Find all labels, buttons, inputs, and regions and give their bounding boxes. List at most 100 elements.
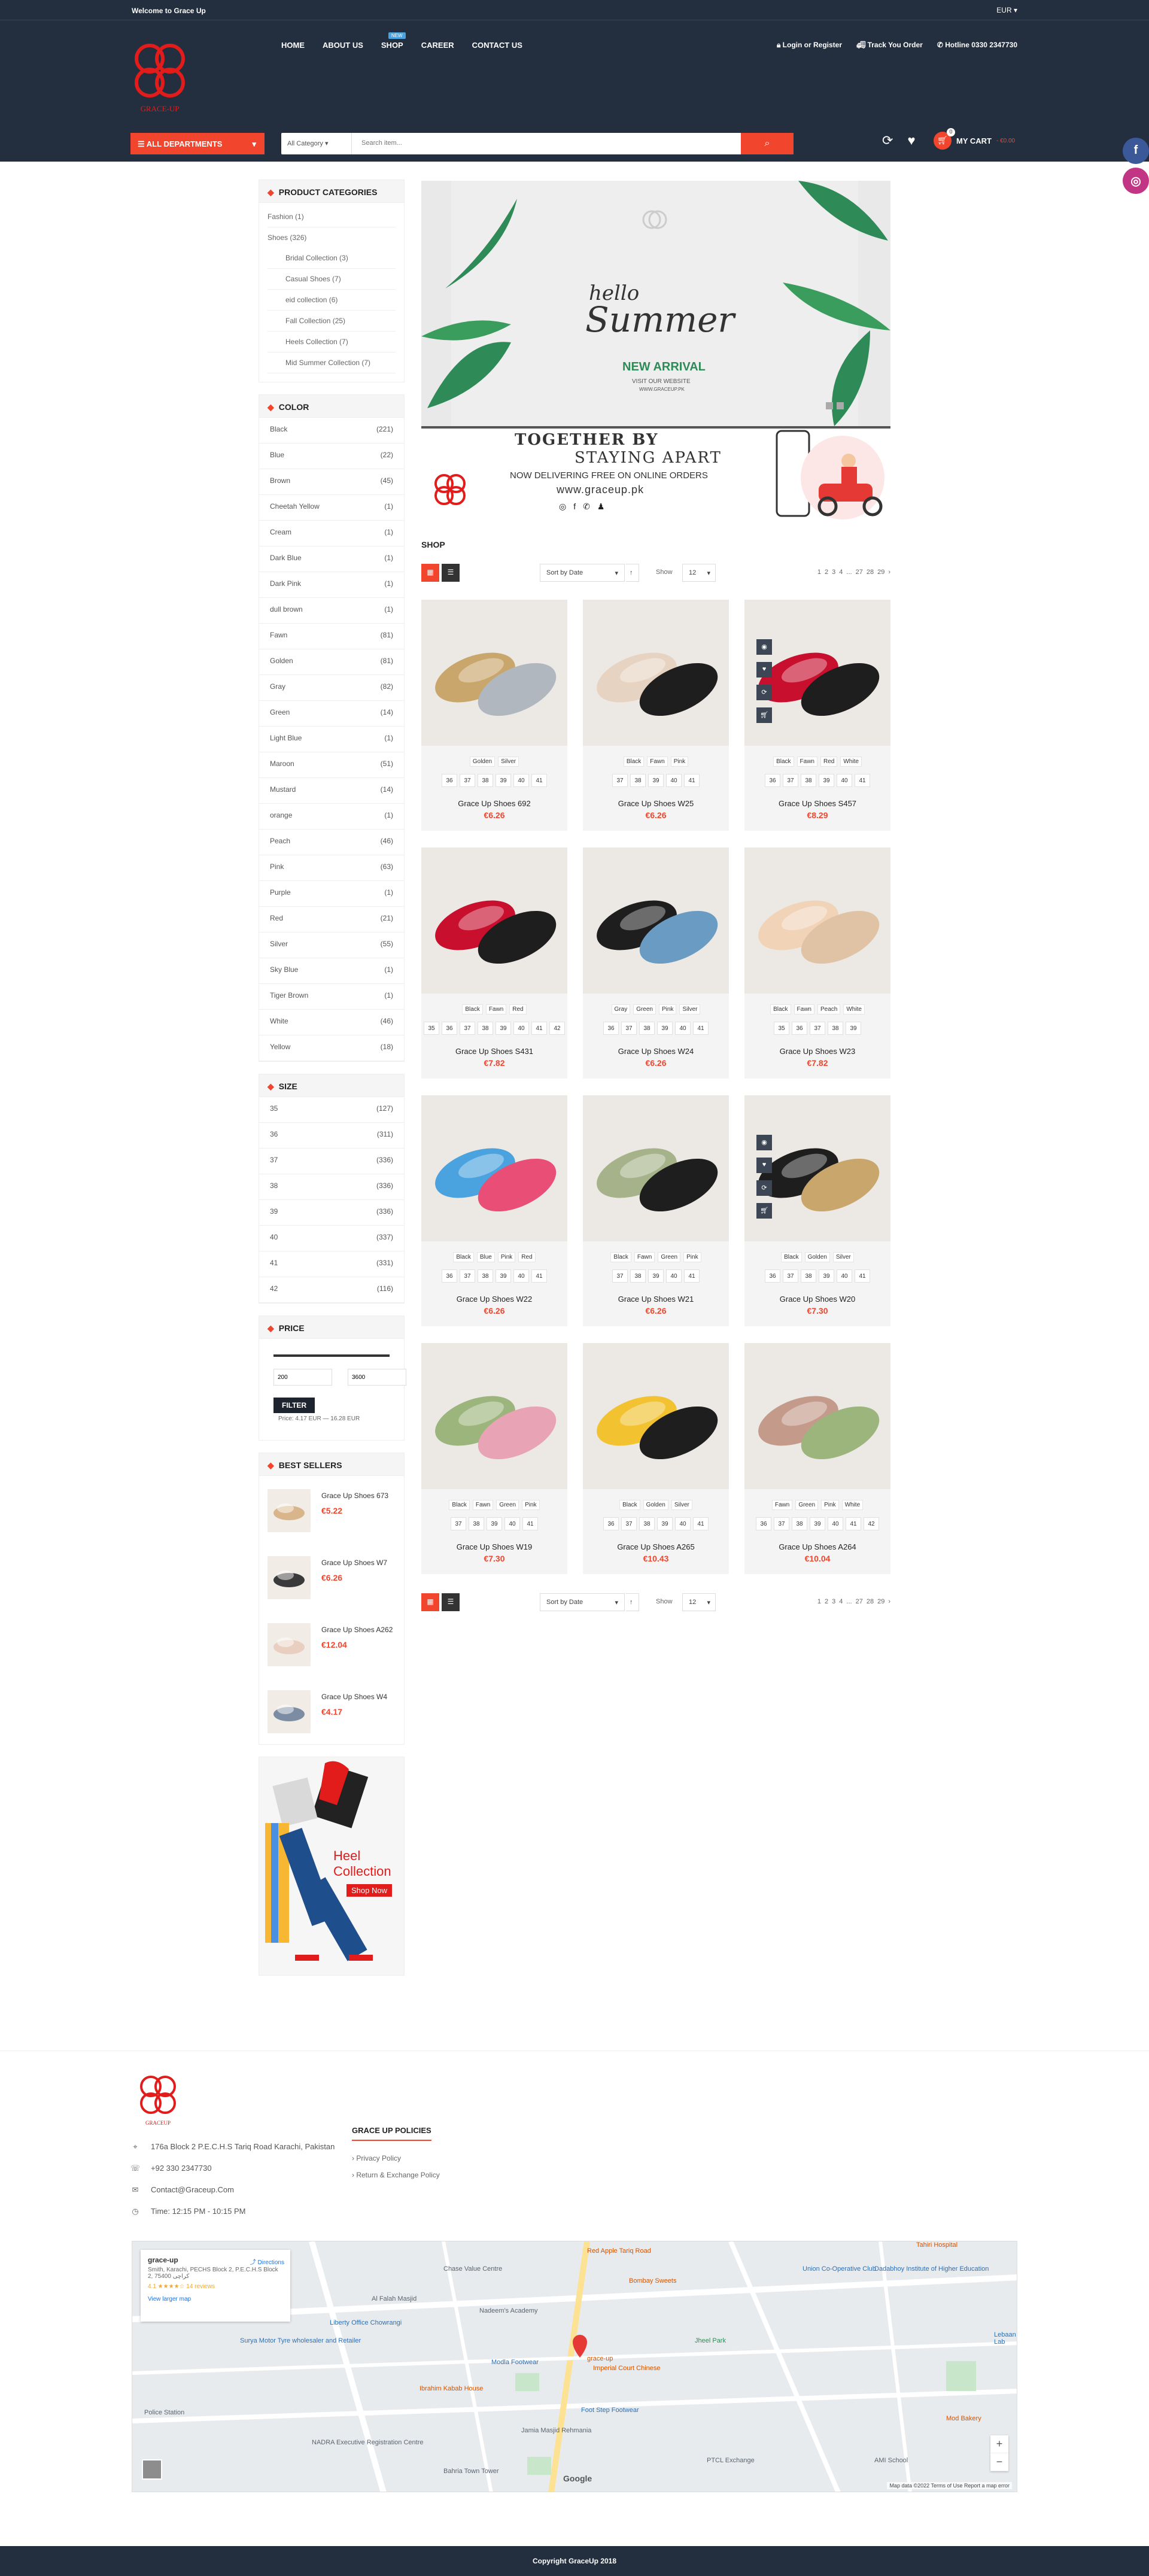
filter-option[interactable]: 39 (336) <box>259 1200 404 1226</box>
pagination-link[interactable]: 3 <box>832 1598 835 1605</box>
compare-icon[interactable]: ⟳ <box>756 685 772 700</box>
size-option[interactable]: 37 <box>810 1022 825 1035</box>
size-option[interactable]: 35 <box>774 1022 789 1035</box>
size-option[interactable]: 39 <box>657 1022 673 1035</box>
subcategory-item[interactable]: Heels Collection (7) <box>268 332 396 353</box>
filter-button[interactable]: FILTER <box>273 1398 315 1413</box>
color-swatch[interactable]: Fawn <box>794 1004 814 1014</box>
product-name[interactable]: Grace Up Shoes W24 <box>583 1047 729 1056</box>
size-option[interactable]: 40 <box>504 1517 520 1530</box>
size-option[interactable]: 36 <box>792 1022 807 1035</box>
filter-option[interactable]: Red (21) <box>259 907 404 932</box>
product-image[interactable] <box>583 1343 729 1489</box>
list-view-button[interactable]: ☰ <box>442 1593 460 1611</box>
search-input[interactable] <box>361 139 721 147</box>
size-option[interactable]: 38 <box>792 1517 807 1530</box>
size-option[interactable]: 37 <box>612 1269 628 1283</box>
filter-option[interactable]: dull brown (1) <box>259 598 404 624</box>
filter-option[interactable]: Yellow (18) <box>259 1035 404 1061</box>
size-option[interactable]: 36 <box>765 774 780 787</box>
size-option[interactable]: 37 <box>451 1517 466 1530</box>
filter-option[interactable]: Mustard (14) <box>259 778 404 804</box>
size-option[interactable]: 38 <box>478 774 493 787</box>
subcategory-item[interactable]: Mid Summer Collection (7) <box>268 353 396 373</box>
filter-option[interactable]: Brown (45) <box>259 469 404 495</box>
shop-now-button[interactable]: Shop Now <box>346 1884 392 1897</box>
color-swatch[interactable]: White <box>841 1500 864 1510</box>
best-seller-image[interactable] <box>268 1690 311 1733</box>
filter-option[interactable]: Sky Blue (1) <box>259 958 404 984</box>
site-logo[interactable]: GRACE-UP <box>132 38 188 116</box>
zoom-out-button[interactable]: − <box>990 2453 1008 2471</box>
price-slider[interactable] <box>273 1354 390 1357</box>
filter-option[interactable]: Pink (63) <box>259 855 404 881</box>
pagination-link[interactable]: 28 <box>867 569 874 576</box>
color-swatch[interactable]: Red <box>509 1004 527 1014</box>
color-swatch[interactable]: Pink <box>522 1500 540 1510</box>
cart-button[interactable]: 🛒︎ 0 MY CART - €0.00 <box>934 128 1015 150</box>
subcategory-item[interactable]: Bridal Collection (3) <box>268 248 396 269</box>
nav-contact-us[interactable]: CONTACT US <box>472 41 522 50</box>
grid-view-button[interactable]: ▦ <box>421 1593 439 1611</box>
filter-option[interactable]: Gray (82) <box>259 675 404 701</box>
privacy-policy-link[interactable]: › Privacy Policy <box>352 2154 440 2162</box>
google-map[interactable]: grace-up Smith, Karachi, PECHS Block 2, … <box>132 2241 1017 2492</box>
filter-option[interactable]: 37 (336) <box>259 1149 404 1174</box>
color-swatch[interactable]: Golden <box>643 1500 668 1510</box>
size-option[interactable]: 38 <box>801 774 816 787</box>
product-image[interactable] <box>421 1343 567 1489</box>
per-page-select[interactable]: 12 ▾ <box>682 564 716 582</box>
size-option[interactable]: 36 <box>442 1269 457 1283</box>
footer-email[interactable]: ✉ Contact@Graceup.Com <box>130 2185 1019 2194</box>
nav-about-us[interactable]: ABOUT US <box>323 41 363 50</box>
directions-link[interactable]: ⤴ Directions <box>250 2257 284 2266</box>
product-name[interactable]: Grace Up Shoes S457 <box>744 799 890 808</box>
color-swatch[interactable]: Fawn <box>797 757 817 767</box>
size-option[interactable]: 40 <box>675 1022 691 1035</box>
sort-direction-button[interactable]: ↑ <box>626 564 639 582</box>
instagram-icon[interactable]: ◎ <box>1123 168 1149 194</box>
size-option[interactable]: 40 <box>675 1517 691 1530</box>
size-option[interactable]: 38 <box>630 774 646 787</box>
nav-shop[interactable]: SHOP NEW <box>381 32 406 50</box>
product-image[interactable] <box>744 1343 890 1489</box>
filter-option[interactable]: 42 (116) <box>259 1277 404 1303</box>
color-swatch[interactable]: Silver <box>832 1252 854 1262</box>
color-swatch[interactable]: Silver <box>498 757 519 767</box>
pagination-link[interactable]: 4 <box>839 1598 843 1605</box>
size-option[interactable]: 41 <box>855 774 870 787</box>
pagination-link[interactable]: 27 <box>856 569 863 576</box>
max-price-input[interactable] <box>348 1369 406 1386</box>
product-image[interactable] <box>744 847 890 994</box>
size-option[interactable]: 40 <box>837 1269 852 1283</box>
filter-option[interactable]: Light Blue (1) <box>259 727 404 752</box>
product-name[interactable]: Grace Up Shoes A264 <box>744 1542 890 1551</box>
size-option[interactable]: 39 <box>487 1517 502 1530</box>
product-image[interactable] <box>583 847 729 994</box>
best-seller-item[interactable]: Grace Up Shoes W4 €4.17 <box>259 1677 404 1744</box>
product-name[interactable]: Grace Up Shoes W23 <box>744 1047 890 1056</box>
size-option[interactable]: 39 <box>496 1022 511 1035</box>
filter-option[interactable]: White (46) <box>259 1010 404 1035</box>
best-seller-image[interactable] <box>268 1623 311 1666</box>
login-link[interactable]: 🔒︎ Login or Register <box>777 41 842 50</box>
compare-icon[interactable]: ⟳ <box>756 1180 772 1196</box>
return-policy-link[interactable]: › Return & Exchange Policy <box>352 2171 440 2179</box>
size-option[interactable]: 37 <box>612 774 628 787</box>
color-swatch[interactable]: Black <box>610 1252 631 1262</box>
best-seller-name[interactable]: Grace Up Shoes A262 <box>321 1626 393 1634</box>
category-item[interactable]: Fashion (1) <box>268 206 396 227</box>
wishlist-heart-icon[interactable]: ♥ <box>907 133 915 148</box>
color-swatch[interactable]: Fawn <box>647 757 668 767</box>
size-option[interactable]: 41 <box>522 1517 538 1530</box>
pagination-link[interactable]: 1 <box>817 1598 821 1605</box>
product-image[interactable] <box>421 847 567 994</box>
product-image[interactable]: ◉ ♥ ⟳ 🛒︎ <box>744 600 890 746</box>
size-option[interactable]: 41 <box>684 774 700 787</box>
color-swatch[interactable]: Green <box>658 1252 681 1262</box>
size-option[interactable]: 38 <box>478 1022 493 1035</box>
size-option[interactable]: 39 <box>819 1269 834 1283</box>
size-option[interactable]: 37 <box>621 1517 637 1530</box>
filter-option[interactable]: Cheetah Yellow (1) <box>259 495 404 521</box>
size-option[interactable]: 39 <box>648 1269 664 1283</box>
